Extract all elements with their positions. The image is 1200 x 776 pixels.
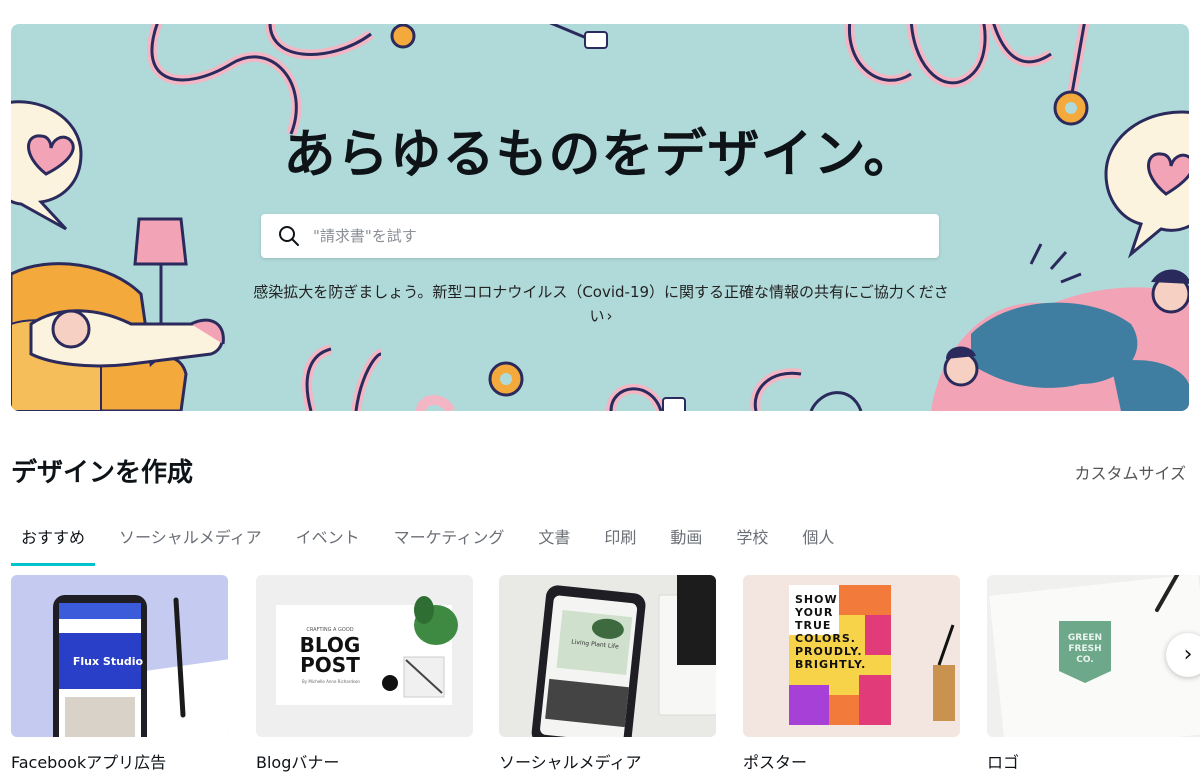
- logo-text-line-1: GREEN: [1067, 633, 1103, 643]
- tab-social-media[interactable]: ソーシャルメディア: [109, 520, 272, 562]
- tab-personal[interactable]: 個人: [792, 520, 844, 562]
- chevron-right-icon: ›: [606, 307, 613, 325]
- tab-documents[interactable]: 文書: [528, 520, 580, 562]
- card-blog-banner[interactable]: CRAFTING A GOOD BLOG POST By Michelle An…: [256, 575, 473, 773]
- banner-byline: By Michelle Anne Richardson: [302, 679, 360, 684]
- card-label: ポスター: [743, 753, 808, 772]
- poster-line: YOUR: [795, 606, 834, 619]
- custom-size-link[interactable]: カスタムサイズ: [1074, 460, 1186, 484]
- tab-marketing[interactable]: マーケティング: [384, 520, 515, 562]
- card-social-media[interactable]: Living Plant Life ソーシャルメディア: [499, 575, 716, 773]
- card-facebook-app-ad[interactable]: Flux Studio Facebookアプリ広告: [11, 575, 228, 773]
- card-label: Facebookアプリ広告: [11, 753, 167, 772]
- search-bar[interactable]: [261, 214, 939, 258]
- card-logo[interactable]: GREEN FRESH CO. ロゴ: [987, 575, 1200, 773]
- poster-text: SHOW YOUR TRUE COLORS. PROUDLY. BRIGHTLY…: [795, 593, 887, 671]
- card-thumbnail: Flux Studio: [11, 575, 228, 737]
- tab-print[interactable]: 印刷: [594, 520, 646, 562]
- chevron-right-icon: ›: [1183, 642, 1193, 667]
- logo-text: GREEN FRESH CO.: [1061, 633, 1109, 666]
- create-design-title: デザインを作成: [11, 458, 194, 488]
- card-label: ロゴ: [987, 753, 1020, 772]
- banner-title-line-1: BLOG: [299, 633, 361, 657]
- category-tabs: おすすめ ソーシャルメディア イベント マーケティング 文書 印刷 動画 学校 …: [11, 520, 858, 566]
- card-thumbnail: Living Plant Life: [499, 575, 716, 737]
- poster-line: SHOW: [795, 593, 838, 606]
- hero-banner: あらゆるものをデザイン。 感染拡大を防ぎましょう。新型コロナウイルス（Covid…: [11, 24, 1189, 411]
- covid-notice-text: 感染拡大を防ぎましょう。新型コロナウイルス（Covid-19）に関する正確な情報…: [253, 283, 949, 325]
- hero-title: あらゆるものをデザイン。: [283, 125, 917, 185]
- poster-line: BRIGHTLY.: [795, 658, 867, 671]
- social-post-mockup: [531, 575, 716, 737]
- card-poster[interactable]: SHOW YOUR TRUE COLORS. PROUDLY. BRIGHTLY…: [743, 575, 960, 773]
- phone-ad-text: Flux Studio: [72, 655, 144, 668]
- poster-line: TRUE: [795, 619, 832, 632]
- logo-text-line-2: FRESH CO.: [1068, 644, 1102, 665]
- banner-title-line-2: POST: [300, 653, 360, 677]
- tab-school[interactable]: 学校: [726, 520, 778, 562]
- search-icon: [279, 226, 299, 246]
- card-thumbnail: SHOW YOUR TRUE COLORS. PROUDLY. BRIGHTLY…: [743, 575, 960, 737]
- poster-line: COLORS.: [795, 632, 856, 645]
- tab-recommended[interactable]: おすすめ: [11, 520, 96, 566]
- card-label: Blogバナー: [256, 753, 340, 772]
- tab-events[interactable]: イベント: [286, 520, 370, 562]
- covid-notice-link[interactable]: 感染拡大を防ぎましょう。新型コロナウイルス（Covid-19）に関する正確な情報…: [251, 280, 951, 328]
- search-input[interactable]: [311, 215, 939, 257]
- poster-line: PROUDLY.: [795, 645, 863, 658]
- card-label: ソーシャルメディア: [499, 753, 642, 772]
- card-thumbnail: CRAFTING A GOOD BLOG POST By Michelle An…: [256, 575, 473, 737]
- tab-video[interactable]: 動画: [660, 520, 712, 562]
